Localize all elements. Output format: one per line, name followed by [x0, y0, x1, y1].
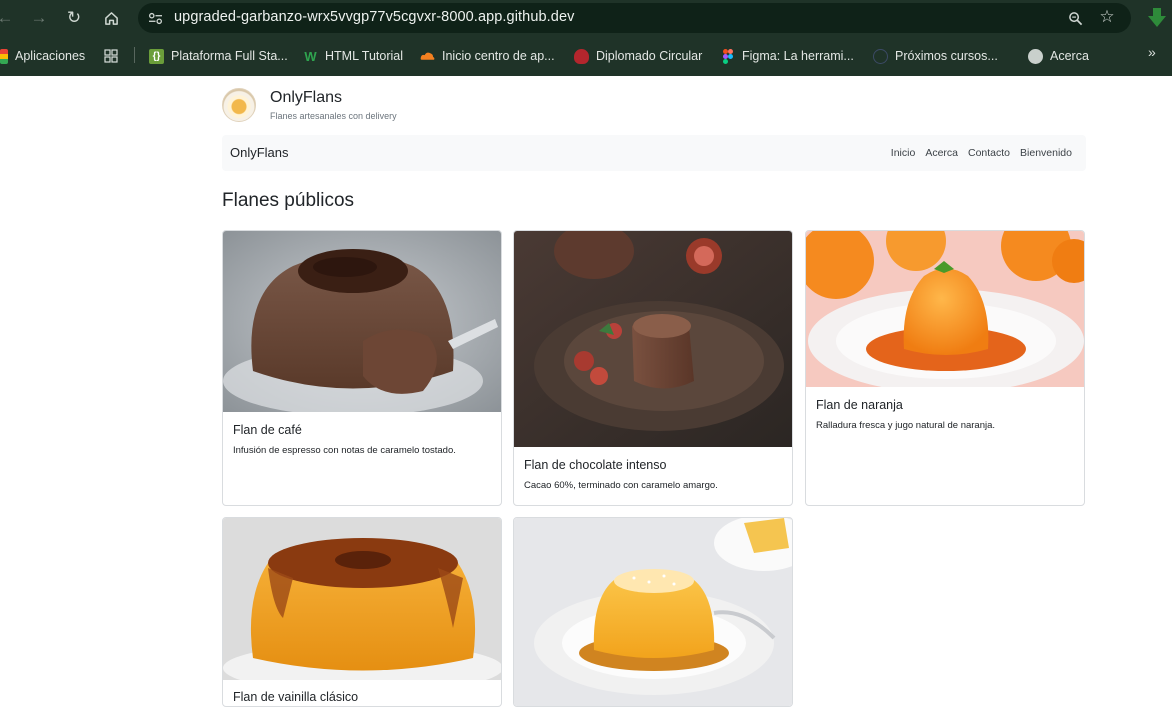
figma-icon [720, 48, 735, 64]
flan-card[interactable]: Flan de naranja Ralladura fresca y jugo … [805, 230, 1085, 506]
card-title: Flan de café [233, 423, 302, 437]
flan-card[interactable]: Flan de vainilla clásico [222, 517, 502, 707]
bookmark-diplomado[interactable]: Diplomado Circular [574, 46, 702, 66]
site-header: OnlyFlans Flanes artesanales con deliver… [222, 87, 622, 123]
web-page: OnlyFlans Flanes artesanales con deliver… [0, 76, 1172, 707]
coffee-flan-photo [223, 231, 501, 416]
site-settings-icon[interactable] [146, 9, 164, 27]
bookmark-label: Acerca [1050, 49, 1089, 63]
bookmark-star-icon[interactable]: ☆ [1097, 7, 1117, 27]
card-body: Flan de naranja Ralladura fresca y jugo … [816, 398, 1074, 432]
card-description: Infusión de espresso con notas de carame… [233, 445, 456, 456]
flan-card[interactable]: Flan de chocolate intenso Cacao 60%, ter… [513, 230, 793, 506]
bookmark-label: Plataforma Full Sta... [171, 49, 288, 63]
bookmark-proximos-cursos[interactable]: Próximos cursos... [873, 46, 998, 66]
bookmark-apps-grid[interactable] [103, 46, 118, 66]
bookmark-aplicaciones[interactable]: Aplicaciones [0, 46, 85, 66]
bookmark-label: Diplomado Circular [596, 49, 703, 63]
bookmark-html-tutorial[interactable]: W HTML Tutorial [303, 46, 403, 66]
back-arrow-icon[interactable]: ← [0, 7, 16, 29]
card-title: Flan de chocolate intenso [524, 458, 667, 472]
bookmark-label: Figma: La herrami... [742, 49, 854, 63]
download-extension-icon[interactable] [1148, 8, 1166, 28]
braces-icon: {} [149, 48, 164, 64]
globe-dark-icon [873, 48, 888, 64]
chocolate-flan-photo [514, 231, 792, 447]
flan-card[interactable] [513, 517, 793, 707]
bookmark-label: Próximos cursos... [895, 49, 998, 63]
browser-toolbar: ← → ↻ upgraded-garbanzo-wrx5vvgp77v5cgvx… [0, 0, 1172, 37]
bookmark-label: Inicio centro de ap... [442, 49, 555, 63]
card-body: Flan de café Infusión de espresso con no… [233, 423, 491, 457]
card-body: Flan de vainilla clásico [233, 690, 491, 706]
card-title: Flan de vainilla clásico [233, 690, 359, 704]
crest-icon [574, 48, 589, 64]
nav-link-bienvenido[interactable]: Bienvenido [1020, 147, 1072, 159]
browser-chrome: ← → ↻ upgraded-garbanzo-wrx5vvgp77v5cgvx… [0, 0, 1172, 76]
card-title: Flan de naranja [816, 398, 903, 412]
reload-icon[interactable]: ↻ [63, 7, 85, 29]
nav-link-inicio[interactable]: Inicio [891, 147, 916, 159]
card-description: Cacao 60%, terminado con caramelo amargo… [524, 480, 718, 491]
forward-arrow-icon[interactable]: → [28, 7, 50, 29]
bookmarks-bar: Aplicaciones {} Plataforma Full Sta... W… [0, 42, 1172, 68]
bookmarks-separator [134, 47, 135, 63]
w3-icon: W [304, 48, 317, 64]
url-text[interactable]: upgraded-garbanzo-wrx5vvgp77v5cgvxr-8000… [174, 9, 574, 25]
navbar: OnlyFlans Inicio Acerca Contacto Bienven… [222, 135, 1086, 171]
bookmark-label: Aplicaciones [15, 49, 86, 63]
section-title: Flanes públicos [222, 190, 355, 211]
card-description: Ralladura fresca y jugo natural de naran… [816, 420, 996, 431]
address-bar[interactable]: upgraded-garbanzo-wrx5vvgp77v5cgvxr-8000… [138, 3, 1131, 33]
globe-icon [1028, 48, 1043, 64]
vanilla-flan-photo [223, 518, 501, 693]
nav-link-contacto[interactable]: Contacto [968, 147, 1010, 159]
bookmark-plataforma[interactable]: {} Plataforma Full Sta... [149, 46, 288, 66]
bookmark-acerca[interactable]: Acerca [1028, 46, 1089, 66]
site-title: OnlyFlans [270, 89, 343, 106]
flan-logo [222, 88, 256, 122]
card-body: Flan de chocolate intenso Cacao 60%, ter… [524, 458, 782, 492]
more-bookmarks-chevron-icon[interactable]: » [1148, 44, 1156, 60]
bookmark-inicio-centro[interactable]: Inicio centro de ap... [420, 46, 555, 66]
apps-grid-icon [0, 48, 8, 64]
orange-flan-photo [806, 231, 1084, 393]
zoom-icon[interactable] [1065, 8, 1085, 28]
bookmark-figma[interactable]: Figma: La herrami... [720, 46, 854, 66]
coconut-flan-photo [514, 518, 792, 706]
nav-links: Inicio Acerca Contacto Bienvenido [891, 147, 1072, 159]
flan-card[interactable]: Flan de café Infusión de espresso con no… [222, 230, 502, 506]
cloud-icon [420, 49, 435, 64]
apps-grid-icon [103, 49, 118, 64]
navbar-brand[interactable]: OnlyFlans [230, 145, 289, 160]
site-subtitle: Flanes artesanales con delivery [270, 111, 397, 121]
nav-link-acerca[interactable]: Acerca [925, 147, 958, 159]
home-icon[interactable] [100, 7, 122, 29]
bookmark-label: HTML Tutorial [325, 49, 404, 63]
